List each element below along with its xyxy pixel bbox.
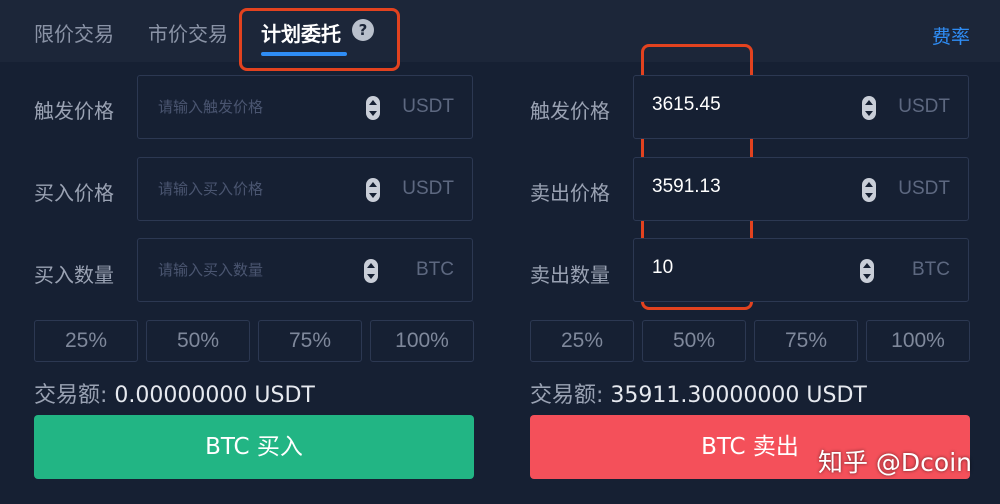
sell-trigger-label: 触发价格 [530, 99, 610, 123]
buy-trigger-placeholder: 请输入触发价格 [158, 98, 264, 116]
stepper-icon[interactable] [862, 96, 876, 120]
watermark: 知乎 @Dcoin [817, 448, 972, 477]
buy-amount-label: 交易额: [34, 383, 108, 408]
stepper-icon[interactable] [860, 259, 874, 283]
sell-trigger-value: 3615.45 [652, 94, 721, 115]
sell-pct-75-button[interactable]: 75% [754, 320, 858, 362]
sell-qty-unit: BTC [912, 259, 950, 280]
sell-qty-label: 卖出数量 [530, 263, 610, 287]
buy-price-unit: USDT [402, 178, 454, 199]
buy-amount-value: 0.00000000 USDT [114, 383, 315, 408]
sell-qty-value: 10 [652, 257, 674, 278]
buy-qty-unit: BTC [416, 259, 454, 280]
sell-amount: 交易额: 35911.30000000 USDT [530, 377, 867, 409]
order-type-tabs: 限价交易 市价交易 计划委托 ? 费率 [0, 0, 1000, 62]
sell-price-label: 卖出价格 [530, 181, 610, 205]
sell-trigger-price-input[interactable]: 3615.45 USDT [633, 75, 969, 139]
buy-amount: 交易额: 0.00000000 USDT [34, 377, 315, 409]
stepper-icon[interactable] [364, 259, 378, 283]
buy-pct-25-button[interactable]: 25% [34, 320, 138, 362]
buy-button[interactable]: BTC 买入 [34, 415, 474, 479]
buy-price-placeholder: 请输入买入价格 [158, 180, 264, 198]
sell-amount-label: 交易额: [530, 383, 604, 408]
buy-trigger-unit: USDT [402, 96, 454, 117]
annotation-box-plan-tab [239, 8, 400, 71]
tab-market-order[interactable]: 市价交易 [148, 18, 228, 47]
sell-price-unit: USDT [898, 178, 950, 199]
buy-pct-75-button[interactable]: 75% [258, 320, 362, 362]
buy-price-label: 买入价格 [34, 181, 114, 205]
sell-pct-100-button[interactable]: 100% [866, 320, 970, 362]
fee-rate-link[interactable]: 费率 [932, 22, 970, 49]
buy-qty-input[interactable]: 请输入买入数量 BTC [137, 238, 473, 302]
buy-pct-50-button[interactable]: 50% [146, 320, 250, 362]
sell-amount-value: 35911.30000000 USDT [610, 383, 867, 408]
buy-qty-label: 买入数量 [34, 263, 114, 287]
sell-qty-input[interactable]: 10 BTC [633, 238, 969, 302]
buy-qty-placeholder: 请输入买入数量 [158, 261, 264, 279]
stepper-icon[interactable] [366, 96, 380, 120]
sell-pct-25-button[interactable]: 25% [530, 320, 634, 362]
buy-trigger-label: 触发价格 [34, 99, 114, 123]
buy-pct-100-button[interactable]: 100% [370, 320, 474, 362]
buy-price-input[interactable]: 请输入买入价格 USDT [137, 157, 473, 221]
tab-limit-order[interactable]: 限价交易 [34, 18, 114, 47]
sell-pct-50-button[interactable]: 50% [642, 320, 746, 362]
stepper-icon[interactable] [862, 178, 876, 202]
sell-trigger-unit: USDT [898, 96, 950, 117]
stepper-icon[interactable] [366, 178, 380, 202]
sell-price-value: 3591.13 [652, 176, 721, 197]
buy-trigger-price-input[interactable]: 请输入触发价格 USDT [137, 75, 473, 139]
sell-price-input[interactable]: 3591.13 USDT [633, 157, 969, 221]
